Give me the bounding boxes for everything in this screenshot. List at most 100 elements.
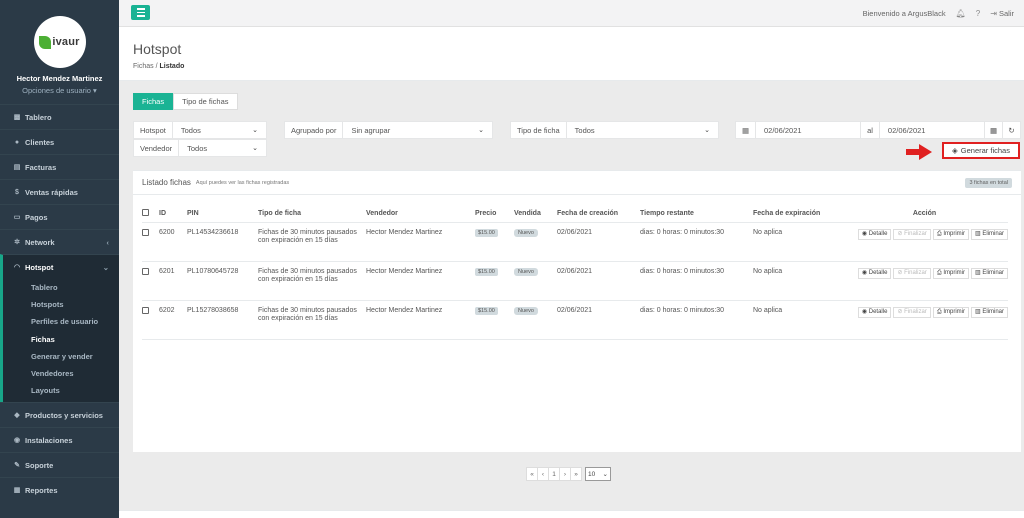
finalizar-label: Finalizar [904, 230, 927, 237]
submenu-item-vendedores[interactable]: Vendedores [3, 365, 119, 382]
submenu-item-perfiles[interactable]: Perfiles de usuario [3, 313, 119, 330]
generate-fichas-button[interactable]: ◈ Generar fichas [942, 142, 1020, 159]
row-actions: ◉ Detalle ⊘ Finalizar ⎙ Imprimir ▥ Eliminar [841, 306, 1008, 318]
detalle-button[interactable]: ◉ Detalle [857, 228, 892, 240]
tab-tipo-de-fichas[interactable]: Tipo de fichas [173, 93, 238, 110]
eliminar-button[interactable]: ▥ Eliminar [970, 267, 1008, 279]
cell-acciones: ◉ Detalle ⊘ Finalizar ⎙ Imprimir ▥ Eliminar [841, 222, 1008, 262]
table-row: 6200 PL14534236618 Fichas de 30 minutos pa… [142, 222, 1008, 262]
payment-icon: ▭ [13, 214, 21, 221]
col-tiempo-restante[interactable]: Tiempo restante [640, 206, 753, 223]
table-row: 6201 PL10780645728 Fichas de 30 minutos pa… [142, 261, 1008, 301]
print-icon: ⎙ [936, 308, 942, 315]
submenu-item-hotspots[interactable]: Hotspots [3, 296, 119, 313]
fichas-table: ID PIN Tipo de ficha Vendedor Precio Ven… [142, 206, 1008, 340]
submenu-item-tablero[interactable]: Tablero [3, 279, 119, 296]
sidebar-item-reportes[interactable]: ▦ Reportes [0, 477, 119, 502]
breadcrumb-fichas[interactable]: Fichas [133, 63, 154, 70]
imprimir-button[interactable]: ⎙ Imprimir [932, 228, 969, 240]
hotspot-select[interactable]: Todos ⌄ [173, 122, 266, 138]
col-tipo[interactable]: Tipo de ficha [258, 206, 366, 223]
price-badge: $15.00 [475, 306, 498, 316]
cell-pin: PL14534236618 [187, 222, 258, 262]
col-vendedor[interactable]: Vendedor [366, 206, 475, 223]
col-fecha-expiracion[interactable]: Fecha de expiración [753, 206, 841, 223]
calendar-button[interactable]: ▦ [984, 122, 1002, 138]
tabs: Fichas Tipo de fichas [133, 93, 238, 110]
help-icon[interactable]: ? [976, 9, 980, 18]
eliminar-button[interactable]: ▥ Eliminar [970, 228, 1008, 240]
col-vendida[interactable]: Vendida [514, 206, 557, 223]
row-select-cell [142, 300, 159, 340]
bell-icon[interactable]: 🔔︎ [956, 9, 966, 18]
hotspot-filter-label: Hotspot [134, 122, 173, 138]
eye-icon: ◉ [861, 308, 868, 315]
tab-fichas[interactable]: Fichas [133, 93, 174, 110]
col-precio[interactable]: Precio [475, 206, 514, 223]
submenu-item-fichas[interactable]: Fichas [3, 331, 119, 348]
submenu-item-layouts[interactable]: Layouts [3, 382, 119, 399]
col-accion: Acción [841, 206, 1008, 223]
sidebar-item-productos[interactable]: ◆ Productos y servicios [0, 402, 119, 427]
row-checkbox[interactable] [142, 267, 149, 275]
sidebar-item-soporte[interactable]: ✎ Soporte [0, 452, 119, 477]
finalizar-label: Finalizar [904, 308, 927, 315]
detalle-button[interactable]: ◉ Detalle [857, 306, 892, 318]
sidebar-item-instalaciones[interactable]: ◉ Instalaciones [0, 427, 119, 452]
hotspot-filter[interactable]: Hotspot Todos ⌄ [133, 121, 267, 139]
tag-icon: ◆ [14, 412, 20, 420]
menu-toggle-button[interactable] [131, 5, 150, 20]
submenu-item-generar[interactable]: Generar y vender [3, 348, 119, 365]
sidebar-item-network[interactable]: ✲ Network ‹ [0, 229, 119, 254]
page-last-button[interactable]: » [570, 467, 582, 481]
cell-fecha-creacion: 02/06/2021 [557, 222, 640, 262]
finalizar-button[interactable]: ⊘ Finalizar [893, 228, 931, 240]
row-checkbox[interactable] [142, 306, 149, 314]
vendedor-filter[interactable]: Vendedor Todos ⌄ [133, 139, 267, 157]
user-name[interactable]: Hector Mendez Martinez [0, 74, 119, 83]
user-options-link[interactable]: Opciones de usuario ▾ [0, 86, 119, 95]
sidebar-item-pagos[interactable]: ▭ Pagos [0, 204, 119, 229]
date-from-input[interactable]: 02/06/2021 [756, 122, 862, 138]
logout-link[interactable]: ⇥ Salir [990, 9, 1014, 18]
finalizar-button[interactable]: ⊘ Finalizar [893, 306, 931, 318]
signout-icon: ⇥ [990, 9, 997, 18]
refresh-icon[interactable]: ↻ [1002, 122, 1020, 138]
users-icon: ● [14, 138, 20, 146]
hotspot-submenu: Tablero Hotspots Perfiles de usuario Fic… [0, 279, 119, 403]
col-fecha-creacion[interactable]: Fecha de creación [557, 206, 640, 223]
sidebar-item-clientes[interactable]: ● Clientes [0, 129, 119, 154]
finalizar-button[interactable]: ⊘ Finalizar [893, 267, 931, 279]
vendedor-select[interactable]: Todos ⌄ [179, 140, 266, 156]
chevron-down-icon: ⌄ [602, 471, 608, 478]
date-separator: al [861, 122, 880, 138]
page-size-select[interactable]: 10 ⌄ [585, 467, 611, 481]
tipo-filter[interactable]: Tipo de ficha Todos ⌄ [510, 121, 719, 139]
sidebar-item-tablero[interactable]: ▩ Tablero [0, 104, 119, 129]
row-checkbox[interactable] [142, 228, 149, 236]
col-id[interactable]: ID [159, 206, 187, 223]
sidebar-item-facturas[interactable]: ▤ Facturas [0, 154, 119, 179]
col-pin[interactable]: PIN [187, 206, 258, 223]
sidebar-item-ventas-rapidas[interactable]: $ Ventas rápidas [0, 179, 119, 204]
print-icon: ⎙ [936, 230, 942, 237]
date-to-input[interactable]: 02/06/2021 [880, 122, 984, 138]
imprimir-button[interactable]: ⎙ Imprimir [932, 306, 969, 318]
sidebar-item-label: Instalaciones [25, 435, 73, 445]
imprimir-label: Imprimir [943, 269, 965, 276]
chevron-down-icon: ⌄ [704, 127, 710, 134]
cell-id: 6202 [159, 300, 187, 340]
pagination: « ‹ 1 › » 10 ⌄ [526, 467, 611, 481]
agrupado-filter[interactable]: Agrupado por Sin agrupar ⌄ [284, 121, 493, 139]
agrupado-select[interactable]: Sin agrupar ⌄ [343, 122, 492, 138]
imprimir-button[interactable]: ⎙ Imprimir [932, 267, 969, 279]
tipo-select[interactable]: Todos ⌄ [567, 122, 718, 138]
select-all-checkbox[interactable] [142, 209, 149, 217]
eliminar-button[interactable]: ▥ Eliminar [970, 306, 1008, 318]
sidebar-item-hotspot[interactable]: ◠ Hotspot ⌄ [0, 254, 119, 279]
cell-fecha-expiracion: No aplica [753, 261, 841, 301]
price-badge: $15.00 [475, 267, 498, 277]
sidebar-item-label: Reportes [25, 485, 58, 495]
detalle-button[interactable]: ◉ Detalle [857, 267, 892, 279]
logout-label: Salir [998, 9, 1014, 18]
